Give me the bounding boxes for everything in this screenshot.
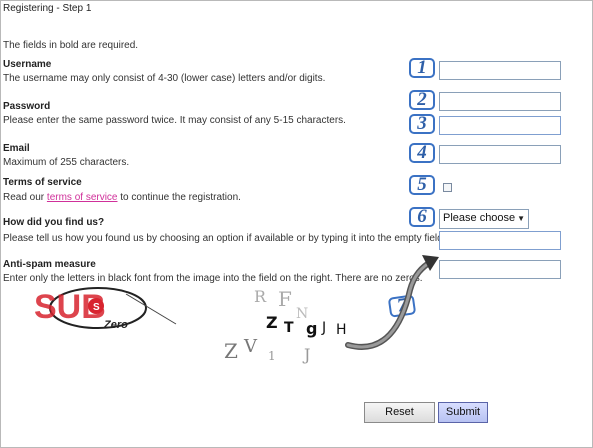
- terms-help-suffix: to continue the registration.: [117, 192, 241, 203]
- terms-checkbox[interactable]: [443, 183, 452, 192]
- annotation-badge-4: 4: [409, 143, 435, 163]
- antispam-input[interactable]: [439, 260, 561, 279]
- antispam-label: Anti-spam measure: [3, 259, 96, 270]
- svg-text:g: g: [306, 319, 317, 338]
- terms-of-service-link[interactable]: terms of service: [47, 192, 118, 203]
- svg-text:1: 1: [268, 349, 276, 363]
- find-us-label: How did you find us?: [3, 217, 105, 228]
- svg-text:H: H: [336, 322, 347, 338]
- username-help: The username may only consist of 4-30 (l…: [3, 73, 326, 84]
- submit-button[interactable]: Submit: [438, 402, 488, 423]
- reset-button[interactable]: Reset: [364, 402, 435, 423]
- svg-text:J: J: [321, 320, 326, 336]
- email-input[interactable]: [439, 145, 561, 164]
- chevron-down-icon: ▼: [517, 214, 525, 223]
- password-confirm-input[interactable]: [439, 116, 561, 135]
- svg-text:Z: Z: [266, 313, 278, 332]
- terms-label: Terms of service: [3, 177, 82, 188]
- watermark-tag: Zero: [103, 319, 128, 331]
- captcha-image: R F N Z T g J H Z V J 1: [218, 287, 378, 371]
- email-help: Maximum of 255 characters.: [3, 157, 130, 168]
- svg-text:Z: Z: [224, 339, 238, 363]
- username-label: Username: [3, 59, 52, 70]
- svg-text:J: J: [302, 345, 310, 364]
- svg-text:R: R: [254, 288, 267, 306]
- find-us-select[interactable]: Please choose ▼: [439, 209, 529, 229]
- annotation-badge-6: 6: [409, 207, 435, 227]
- svg-text:V: V: [243, 336, 258, 357]
- find-us-selected: Please choose: [443, 212, 516, 224]
- password-help: Please enter the same password twice. It…: [3, 115, 346, 126]
- watermark-logo: SUB S Zero: [30, 284, 180, 342]
- terms-help: Read our terms of service to continue th…: [3, 192, 241, 203]
- annotation-badge-3: 3: [409, 114, 435, 134]
- svg-text:T: T: [284, 320, 294, 336]
- find-us-input[interactable]: [439, 231, 561, 250]
- svg-text:S: S: [93, 302, 100, 313]
- svg-text:F: F: [278, 288, 292, 311]
- window-title: Registering - Step 1: [3, 3, 92, 14]
- password-input[interactable]: [439, 92, 561, 111]
- required-note: The fields in bold are required.: [3, 40, 139, 51]
- email-label: Email: [3, 143, 30, 154]
- annotation-badge-2: 2: [409, 90, 435, 110]
- terms-help-prefix: Read our: [3, 192, 47, 203]
- annotation-badge-5: 5: [409, 175, 435, 195]
- username-input[interactable]: [439, 61, 561, 80]
- annotation-badge-1: 1: [409, 58, 435, 78]
- find-us-help: Please tell us how you found us by choos…: [3, 233, 446, 244]
- password-label: Password: [3, 101, 51, 112]
